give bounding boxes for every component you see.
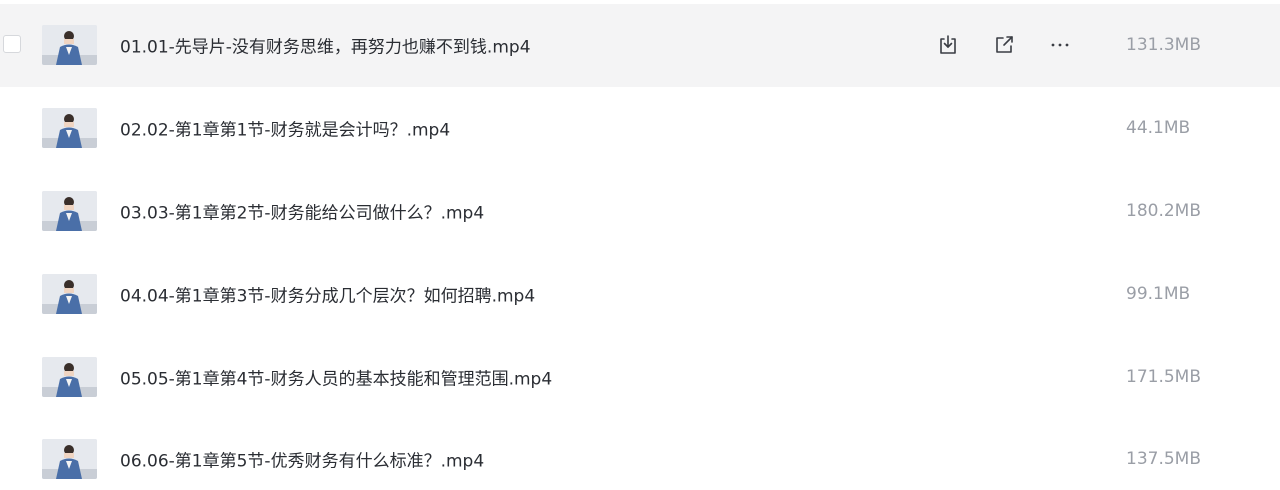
file-size: 180.2MB — [1126, 200, 1201, 221]
row-actions — [936, 33, 1104, 57]
more-icon[interactable] — [1048, 33, 1072, 57]
file-name[interactable]: 04.04-第1章第3节-财务分成几个层次？如何招聘.mp4 — [120, 281, 535, 306]
video-thumbnail — [42, 108, 97, 149]
file-row[interactable]: 06.06-第1章第5节-优秀财务有什么标准？.mp4 137.5MB — [0, 418, 1280, 490]
file-list: 01.01-先导片-没有财务思维，再努力也赚不到钱.mp4 131.3MB 02… — [0, 0, 1280, 490]
file-row[interactable]: 02.02-第1章第1节-财务就是会计吗？.mp4 44.1MB — [0, 87, 1280, 170]
file-row[interactable]: 01.01-先导片-没有财务思维，再努力也赚不到钱.mp4 131.3MB — [0, 4, 1280, 87]
file-size: 44.1MB — [1126, 118, 1191, 139]
video-thumbnail — [42, 356, 97, 397]
video-thumbnail — [42, 439, 97, 480]
file-row[interactable]: 05.05-第1章第4节-财务人员的基本技能和管理范围.mp4 171.5MB — [0, 335, 1280, 418]
file-size: 137.5MB — [1126, 449, 1201, 470]
file-row[interactable]: 04.04-第1章第3节-财务分成几个层次？如何招聘.mp4 99.1MB — [0, 252, 1280, 335]
file-name[interactable]: 01.01-先导片-没有财务思维，再努力也赚不到钱.mp4 — [120, 33, 531, 58]
file-size: 171.5MB — [1126, 366, 1201, 387]
video-thumbnail — [42, 273, 97, 314]
video-thumbnail — [42, 190, 97, 231]
file-size: 99.1MB — [1126, 283, 1191, 304]
file-name[interactable]: 06.06-第1章第5节-优秀财务有什么标准？.mp4 — [120, 447, 484, 472]
file-name[interactable]: 02.02-第1章第1节-财务就是会计吗？.mp4 — [120, 116, 450, 141]
download-icon[interactable] — [936, 33, 960, 57]
file-name[interactable]: 05.05-第1章第4节-财务人员的基本技能和管理范围.mp4 — [120, 364, 552, 389]
file-name[interactable]: 03.03-第1章第2节-财务能给公司做什么？.mp4 — [120, 198, 484, 223]
file-size: 131.3MB — [1126, 35, 1201, 56]
file-row[interactable]: 03.03-第1章第2节-财务能给公司做什么？.mp4 180.2MB — [0, 170, 1280, 253]
share-icon[interactable] — [992, 33, 1016, 57]
video-thumbnail — [42, 25, 97, 66]
select-checkbox[interactable] — [3, 35, 21, 54]
